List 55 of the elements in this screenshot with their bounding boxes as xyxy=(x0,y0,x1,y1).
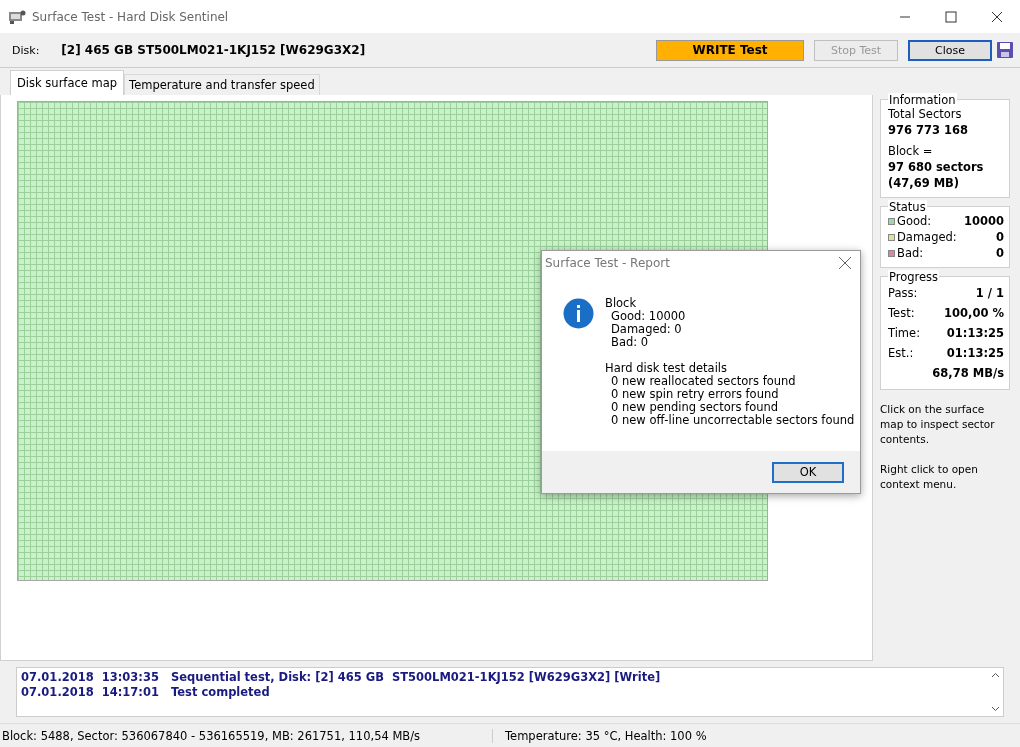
dialog-title: Surface Test - Report xyxy=(545,256,671,270)
status-text: Block: 5488, Sector: 536067840 - 536165519, MB: 261751, 110,54 MB/s xyxy=(0,728,493,743)
disk-label: Disk: xyxy=(12,43,40,57)
maximize-icon[interactable] xyxy=(945,10,957,23)
status-text: Temperature: 35 °C, Health: 100 % xyxy=(504,728,707,743)
status-label: Bad: xyxy=(897,245,924,261)
window-title: Surface Test - Hard Disk Sentinel xyxy=(32,9,230,24)
toolbar-button[interactable]: Close xyxy=(908,39,992,61)
hint-text: Right click to open context menu. xyxy=(880,462,979,492)
progress-value: 100,00 % xyxy=(944,305,1004,322)
ok-button[interactable]: OK xyxy=(772,461,844,483)
progress-label: Test: xyxy=(888,305,915,322)
info-text: Total Sectors xyxy=(888,106,963,122)
report-line: Good: 10000 xyxy=(610,310,687,323)
tab[interactable]: Temperature and transfer speed xyxy=(124,74,320,95)
report-line: 0 new pending sectors found xyxy=(610,401,780,414)
scroll-up-icon[interactable] xyxy=(990,672,1000,678)
info-text: Block = xyxy=(888,143,934,159)
progress-label: Est.: xyxy=(888,345,914,362)
status-count: 0 xyxy=(996,245,1004,261)
transfer-speed: 68,78 MB/s xyxy=(931,365,1004,382)
save-icon[interactable] xyxy=(996,41,1014,59)
status-label: Damaged: xyxy=(897,229,957,245)
status-count: 0 xyxy=(996,229,1004,245)
report-line: 0 new off-line uncorrectable sectors found xyxy=(610,414,855,427)
log-entry: 07.01.2018 13:03:35 Sequential test, Disk: [2] 465 GB ST500LM021-1KJ152 [W629G3X2] [Write] xyxy=(21,670,662,685)
progress-label: Pass: xyxy=(888,285,918,302)
panel-title: Status xyxy=(888,200,927,214)
progress-value: 01:13:25 xyxy=(946,325,1004,342)
report-heading: Block xyxy=(605,297,638,310)
panel-title: Information xyxy=(888,93,957,107)
info-text: (47,69 MB) xyxy=(888,175,961,191)
app-icon xyxy=(8,8,26,25)
tab[interactable]: Disk surface map xyxy=(10,70,125,95)
toolbar-button[interactable]: WRITE Test xyxy=(656,39,804,61)
scroll-down-icon[interactable] xyxy=(990,706,1000,712)
info-text: 976 773 168 xyxy=(888,122,970,138)
log-entry: 07.01.2018 14:17:01 Test completed xyxy=(21,685,271,700)
close-icon[interactable] xyxy=(991,10,1003,23)
report-line: Bad: 0 xyxy=(610,336,649,349)
hint-text: Click on the surface map to inspect sector contents. xyxy=(880,402,996,447)
report-line: Damaged: 0 xyxy=(610,323,683,336)
report-line: 0 new spin retry errors found xyxy=(610,388,780,401)
progress-label: Time: xyxy=(888,325,921,342)
disk-name: [2] 465 GB ST500LM021-1KJ152 [W629G3X2] xyxy=(61,43,367,57)
info-text: 97 680 sectors xyxy=(888,159,985,175)
panel-title: Progress xyxy=(888,270,940,284)
progress-value: 1 / 1 xyxy=(975,285,1004,302)
report-heading: Hard disk test details xyxy=(605,362,729,375)
report-line: 0 new reallocated sectors found xyxy=(610,375,797,388)
status-count: 10000 xyxy=(964,213,1004,229)
close-icon[interactable] xyxy=(838,256,852,270)
status-label: Good: xyxy=(897,213,932,229)
progress-value: 01:13:25 xyxy=(946,345,1004,362)
info-icon xyxy=(563,298,594,329)
